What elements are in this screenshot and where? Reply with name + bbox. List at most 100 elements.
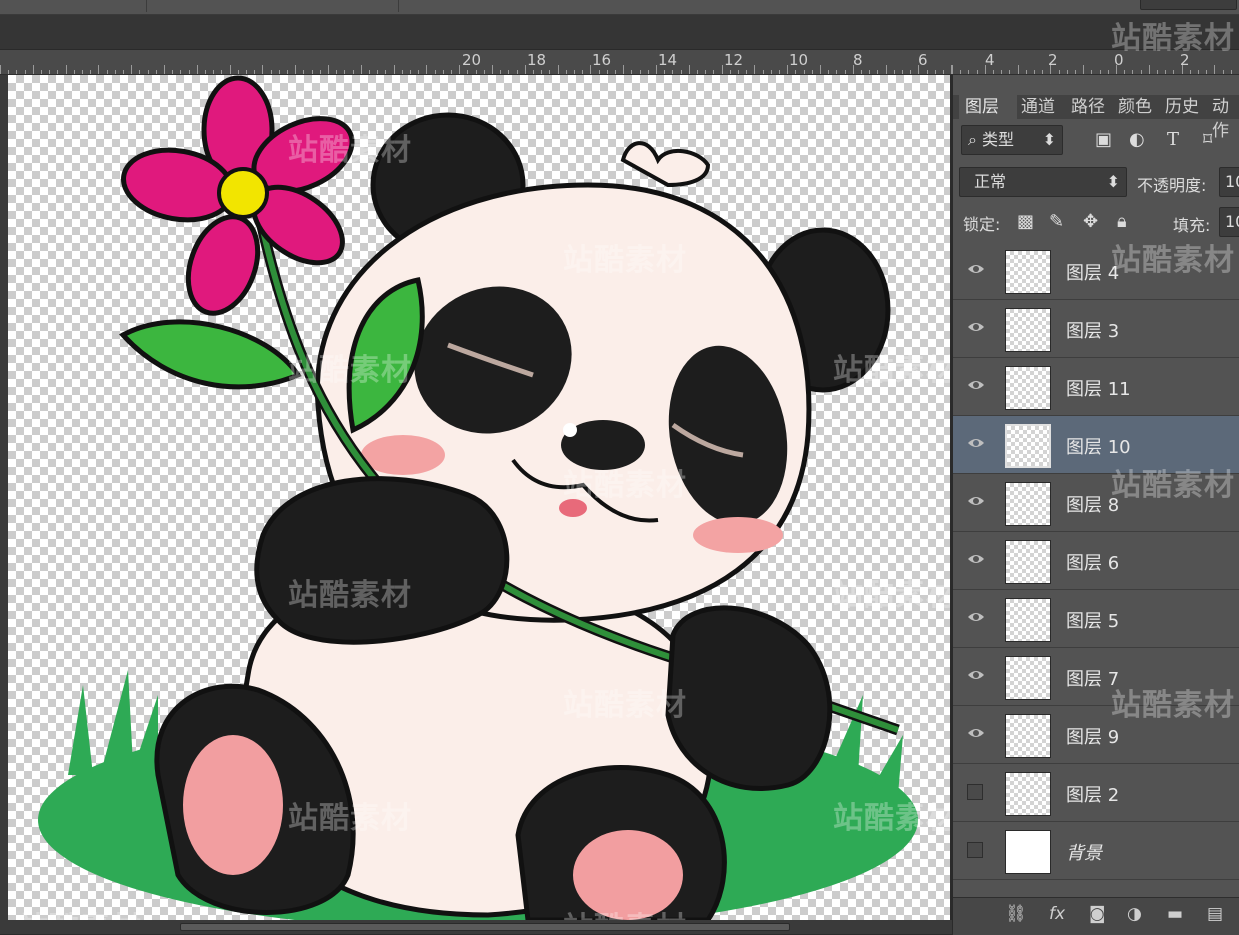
ruler-tick (393, 65, 395, 74)
eye-icon[interactable] (967, 436, 985, 450)
workspace-button[interactable] (1140, 0, 1237, 10)
tab-layers[interactable]: 图层 (959, 95, 1017, 119)
ruler-tick (57, 70, 59, 74)
ruler-tick (213, 70, 215, 74)
eye-icon[interactable] (967, 262, 985, 276)
layer-name[interactable]: 图层 9 (1066, 723, 1119, 749)
layer-thumbnail (1005, 656, 1051, 700)
fill-field[interactable]: 10 (1219, 207, 1239, 237)
scroll-thumb[interactable] (180, 923, 790, 931)
tab-color[interactable]: 颜色 (1118, 95, 1152, 119)
layer-row[interactable]: 图层 11 (953, 358, 1239, 416)
eye-icon[interactable] (967, 552, 985, 566)
ruler-tick (1206, 70, 1208, 74)
layer-name[interactable]: 背景 (1066, 839, 1102, 865)
layer-row[interactable]: 图层 4 (953, 242, 1239, 300)
ruler-label: 16 (592, 51, 612, 69)
ruler-tick (993, 70, 994, 74)
layer-name[interactable]: 图层 3 (1066, 317, 1119, 343)
left-arm (254, 476, 510, 645)
layer-row[interactable]: 图层 2 (953, 764, 1239, 822)
eye-icon[interactable] (967, 378, 985, 392)
lock-brush-icon[interactable]: ✎ (1049, 211, 1064, 233)
ruler-tick (98, 65, 100, 74)
layer-row[interactable]: 背景 (953, 822, 1239, 880)
ruler-tick (131, 65, 133, 74)
vertical-scrollbar[interactable] (0, 75, 8, 920)
layer-name[interactable]: 图层 8 (1066, 491, 1119, 517)
pink-flower (121, 75, 355, 316)
horizontal-scrollbar[interactable] (0, 920, 952, 934)
opacity-field[interactable]: 10 (1219, 167, 1239, 197)
ruler-tick (295, 65, 297, 74)
ruler-label: 4 (985, 51, 995, 69)
layer-row[interactable]: 图层 6 (953, 532, 1239, 590)
nose-highlight (563, 423, 577, 437)
ruler-label: 0 (1114, 51, 1124, 69)
tab-paths[interactable]: 路径 (1071, 95, 1105, 119)
panel-footer: ⛓ fx ◙ ◑ ▬ ▤ (953, 897, 1239, 935)
layer-name[interactable]: 图层 5 (1066, 607, 1119, 633)
ruler-tick (1140, 70, 1142, 74)
eye-icon[interactable] (967, 320, 985, 334)
new-layer-icon[interactable]: ▤ (1207, 904, 1223, 924)
layer-name[interactable]: 图层 11 (1066, 375, 1131, 401)
layer-name[interactable]: 图层 2 (1066, 781, 1119, 807)
tab-history[interactable]: 历史 (1165, 95, 1199, 119)
ruler-tick (549, 70, 551, 74)
eye-icon[interactable] (967, 726, 985, 740)
adjustment-filter-icon[interactable]: ◐ (1129, 129, 1145, 151)
mask-icon[interactable]: ◙ (1089, 904, 1106, 924)
ruler-tick (1001, 70, 1003, 74)
layer-row[interactable]: 图层 9 (953, 706, 1239, 764)
ruler-tick (1165, 70, 1167, 74)
ruler-tick (49, 70, 51, 74)
divider (398, 0, 399, 12)
layer-row-selected[interactable]: 图层 10 (953, 416, 1239, 474)
ruler-tick (32, 65, 34, 74)
ruler-tick (1075, 70, 1076, 74)
tab-actions[interactable]: 动作 (1212, 95, 1239, 141)
tab-channels[interactable]: 通道 (1021, 95, 1055, 119)
layer-row[interactable]: 图层 7 (953, 648, 1239, 706)
ruler-tick (1017, 65, 1019, 74)
filter-kind-select[interactable]: ⌕ 类型 ⬍ (961, 125, 1063, 155)
layer-row[interactable]: 图层 8 (953, 474, 1239, 532)
ruler-tick (451, 70, 452, 74)
layer-name[interactable]: 图层 6 (1066, 549, 1119, 575)
document-canvas[interactable]: 站酷素材 站酷素材 站酷素材 站酷素材 站酷素材 站酷素材 站酷素材 站酷素材 … (8, 75, 950, 920)
layer-name[interactable]: 图层 4 (1066, 259, 1119, 285)
lock-all-icon[interactable]: 🔒︎ (1117, 211, 1127, 233)
layer-row[interactable]: 图层 5 (953, 590, 1239, 648)
eye-icon[interactable] (967, 668, 985, 682)
search-icon: ⌕ (968, 130, 983, 149)
type-filter-icon[interactable]: T (1167, 129, 1179, 151)
ruler-tick (106, 70, 108, 74)
eye-icon[interactable] (967, 494, 985, 508)
ruler-tick (1222, 70, 1224, 74)
ruler-tick (344, 70, 346, 74)
horizontal-ruler-right: 4 2 0 2 (952, 50, 1239, 75)
ruler-tick (442, 70, 444, 74)
layer-thumbnail (1005, 772, 1051, 816)
shape-filter-icon[interactable]: ⌑ (1203, 129, 1212, 151)
link-icon[interactable]: ⛓ (1005, 904, 1027, 924)
adjustment-icon[interactable]: ◑ (1127, 904, 1142, 924)
visibility-toggle[interactable] (967, 784, 983, 800)
layer-name[interactable]: 图层 10 (1066, 433, 1131, 459)
ruler-tick (1042, 70, 1044, 74)
head-tuft (620, 141, 711, 188)
lock-transparent-icon[interactable]: ▩ (1017, 211, 1034, 233)
layer-name[interactable]: 图层 7 (1066, 665, 1119, 691)
ruler-tick (688, 65, 690, 74)
image-filter-icon[interactable]: ▣ (1095, 129, 1112, 151)
right-arm (665, 605, 833, 791)
lock-position-icon[interactable]: ✥ (1083, 211, 1098, 233)
eye-icon[interactable] (967, 610, 985, 624)
right-paw-pad (573, 830, 683, 920)
fx-icon[interactable]: fx (1049, 904, 1065, 924)
blend-mode-select[interactable]: 正常 ⬍ (959, 167, 1127, 197)
folder-icon[interactable]: ▬ (1167, 904, 1183, 924)
layer-row[interactable]: 图层 3 (953, 300, 1239, 358)
visibility-toggle[interactable] (967, 842, 983, 858)
